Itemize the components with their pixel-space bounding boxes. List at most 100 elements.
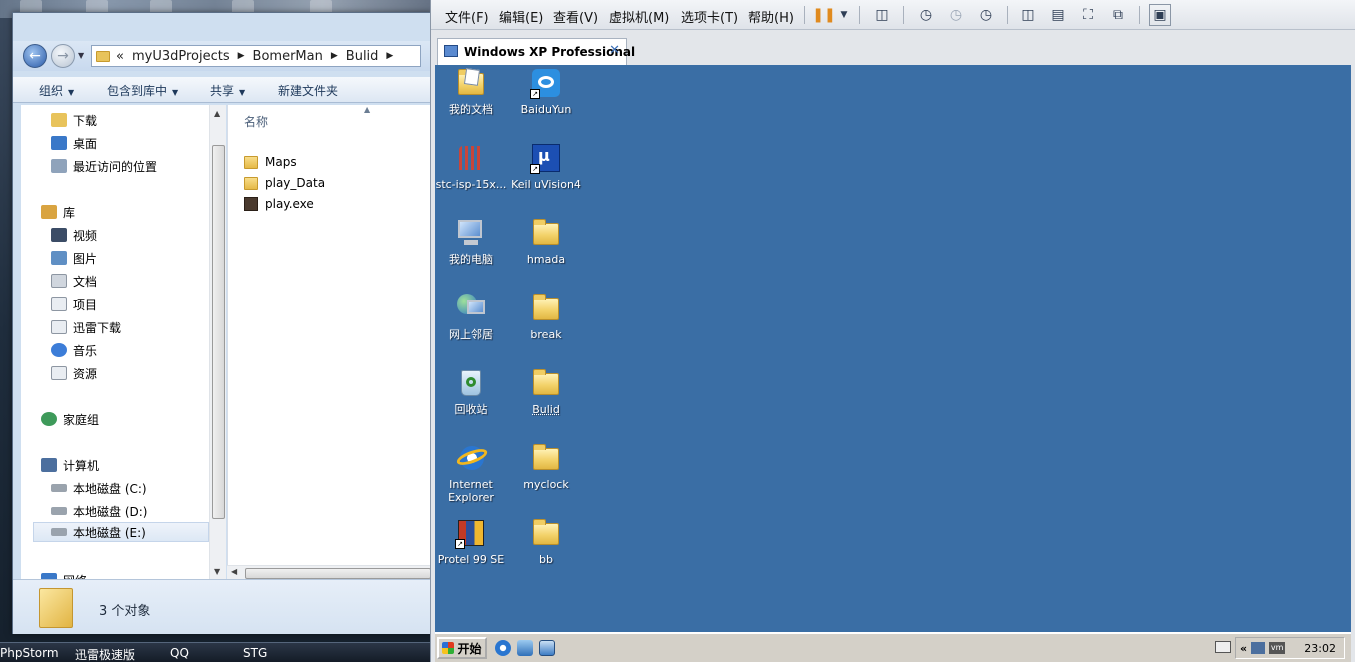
tray-expand-icon[interactable]: «: [1240, 642, 1247, 655]
snapshot-icon[interactable]: ◷: [915, 4, 937, 26]
column-header-name[interactable]: 名称: [244, 113, 268, 130]
taskbar-item-stg[interactable]: STG: [243, 646, 267, 660]
recent-pages-dropdown[interactable]: ▼: [78, 51, 88, 61]
fullscreen-icon[interactable]: ⛶: [1077, 4, 1099, 26]
scroll-down-icon[interactable]: ▼: [214, 567, 220, 576]
pause-icon[interactable]: ❚❚: [812, 4, 835, 26]
chevron-down-icon[interactable]: ▼: [833, 4, 855, 26]
taskbar-item-thunder[interactable]: 迅雷极速版: [75, 646, 135, 662]
breadcrumb-separator-icon[interactable]: ▶: [331, 51, 338, 61]
sidebar-toggle-icon[interactable]: ◫: [1017, 4, 1039, 26]
breadcrumb-myu3dprojects[interactable]: myU3dProjects: [132, 49, 230, 64]
console-settings-icon[interactable]: ▣: [1149, 4, 1171, 26]
quick-launch-ie-icon[interactable]: [495, 640, 511, 656]
desktop-icon-hmada[interactable]: hmada: [508, 217, 584, 266]
nav-item-resources[interactable]: 资源: [51, 363, 97, 383]
send-ctrl-alt-del-icon[interactable]: ◫: [871, 4, 893, 26]
close-icon[interactable]: ✕: [609, 43, 620, 58]
desktop-icon-label: BaiduYun: [520, 103, 572, 116]
taskbar-item-phpstorm[interactable]: PhpStorm: [0, 646, 59, 660]
breadcrumb-bulid[interactable]: Bulid: [346, 49, 379, 64]
menu-edit[interactable]: 编辑(E): [499, 7, 543, 26]
keyboard-icon[interactable]: [1215, 641, 1231, 653]
breadcrumb-overflow[interactable]: «: [116, 49, 124, 64]
nav-item-network[interactable]: 网络: [41, 570, 87, 579]
nav-item-pictures[interactable]: 图片: [51, 248, 97, 268]
nav-item-documents[interactable]: 文档: [51, 271, 97, 291]
quick-launch-desktop-icon[interactable]: [539, 640, 555, 656]
menu-help[interactable]: 帮助(H): [748, 7, 794, 26]
desktop-icon-label: 网上邻居: [449, 328, 493, 341]
menu-view[interactable]: 查看(V): [553, 7, 598, 26]
shortcut-arrow-icon: ↗: [455, 539, 465, 549]
desktop-icon-keil[interactable]: μ ↗ Keil uVision4: [508, 142, 584, 191]
nav-item-recent-places[interactable]: 最近访问的位置: [51, 156, 157, 176]
nav-item-disk-e[interactable]: 本地磁盘 (E:): [33, 522, 209, 542]
video-icon: [51, 228, 67, 242]
file-name: play_Data: [265, 176, 326, 190]
guest-taskbar: 开始 « vm 23:02: [435, 632, 1351, 662]
start-button[interactable]: 开始: [437, 637, 487, 659]
desktop-icon-protel[interactable]: ↗ Protel 99 SE: [435, 517, 509, 566]
internet-explorer-icon: [454, 442, 490, 474]
system-tray: « vm 23:02: [1235, 637, 1345, 659]
desktop-icon-recycle-bin[interactable]: 回收站: [435, 367, 509, 416]
address-bar[interactable]: « myU3dProjects ▶ BomerMan ▶ Bulid ▶: [91, 45, 421, 67]
nav-item-music[interactable]: 音乐: [51, 340, 97, 360]
nav-item-computer[interactable]: 计算机: [41, 455, 99, 475]
desktop-icon-break[interactable]: break: [508, 292, 584, 341]
nav-item-projects[interactable]: 项目: [51, 294, 97, 314]
revert-snapshot-icon[interactable]: ◷: [945, 4, 967, 26]
desktop-icon-internet-explorer[interactable]: Internet Explorer: [435, 442, 509, 504]
address-row: ← → ▼ « myU3dProjects ▶ BomerMan ▶ Bulid…: [13, 41, 433, 71]
tab-windows-xp[interactable]: Windows XP Professional ✕: [437, 38, 635, 65]
quick-launch-media-icon[interactable]: [517, 640, 533, 656]
nav-item-disk-c[interactable]: 本地磁盘 (C:): [51, 478, 147, 498]
nav-item-libraries[interactable]: 库: [41, 202, 75, 222]
scrollbar-thumb[interactable]: [212, 145, 225, 519]
desktop-icon-baiduyun[interactable]: ↗ BaiduYun: [508, 67, 584, 116]
forward-button[interactable]: →: [51, 44, 75, 68]
nav-item-homegroup[interactable]: 家庭组: [41, 409, 99, 429]
desktop-icon-my-computer[interactable]: 我的电脑: [435, 217, 509, 266]
folder-icon: [530, 442, 562, 474]
organize-button[interactable]: 组织 ▼: [39, 82, 74, 99]
back-button[interactable]: ←: [23, 44, 47, 68]
unity-icon[interactable]: ⧉: [1107, 4, 1129, 26]
breadcrumb-bomerman[interactable]: BomerMan: [253, 49, 323, 64]
nav-item-downloads[interactable]: 下载: [51, 110, 97, 130]
file-row[interactable]: play.exe: [244, 194, 314, 214]
menu-tabs[interactable]: 选项卡(T): [681, 7, 738, 26]
nav-item-disk-d[interactable]: 本地磁盘 (D:): [51, 501, 147, 521]
desktop-icon-bb[interactable]: bb: [508, 517, 584, 566]
taskbar-item-qq[interactable]: QQ: [170, 646, 189, 660]
file-row[interactable]: play_Data: [244, 173, 325, 193]
chevron-down-icon: ▼: [68, 88, 75, 97]
desktop-icon-bulid[interactable]: Bulid: [508, 367, 584, 416]
menu-file[interactable]: 文件(F): [445, 7, 489, 26]
desktop-icon-stc-isp[interactable]: stc-isp-15x...: [435, 142, 509, 191]
desktop-icon-my-documents[interactable]: 我的文档: [435, 67, 509, 116]
vmware-tools-icon[interactable]: vm: [1269, 642, 1286, 654]
scrollbar-thumb[interactable]: [245, 568, 431, 579]
scroll-left-icon[interactable]: ◀: [231, 567, 237, 576]
nav-item-videos[interactable]: 视频: [51, 225, 97, 245]
breadcrumb-separator-icon[interactable]: ▶: [386, 51, 393, 61]
include-in-library-button[interactable]: 包含到库中 ▼: [107, 82, 178, 99]
menu-vm[interactable]: 虚拟机(M): [609, 7, 669, 26]
scroll-up-icon[interactable]: ▲: [214, 109, 220, 118]
desktop-icon-network-places[interactable]: 网上邻居: [435, 292, 509, 341]
new-folder-button[interactable]: 新建文件夹: [278, 82, 338, 99]
clock[interactable]: 23:02: [1304, 642, 1336, 655]
file-row[interactable]: Maps: [244, 152, 297, 172]
navigation-scrollbar[interactable]: ▲ ▼: [209, 105, 226, 579]
folder-icon: [244, 155, 258, 169]
console-view-icon[interactable]: ▤: [1047, 4, 1069, 26]
network-tray-icon[interactable]: [1251, 642, 1266, 654]
desktop-icon-myclock[interactable]: myclock: [508, 442, 584, 491]
nav-item-desktop[interactable]: 桌面: [51, 133, 97, 153]
snapshot-manager-icon[interactable]: ◷: [975, 4, 997, 26]
nav-item-thunder-downloads[interactable]: 迅雷下载: [51, 317, 121, 337]
share-button[interactable]: 共享 ▼: [210, 82, 245, 99]
breadcrumb-separator-icon[interactable]: ▶: [238, 51, 245, 61]
